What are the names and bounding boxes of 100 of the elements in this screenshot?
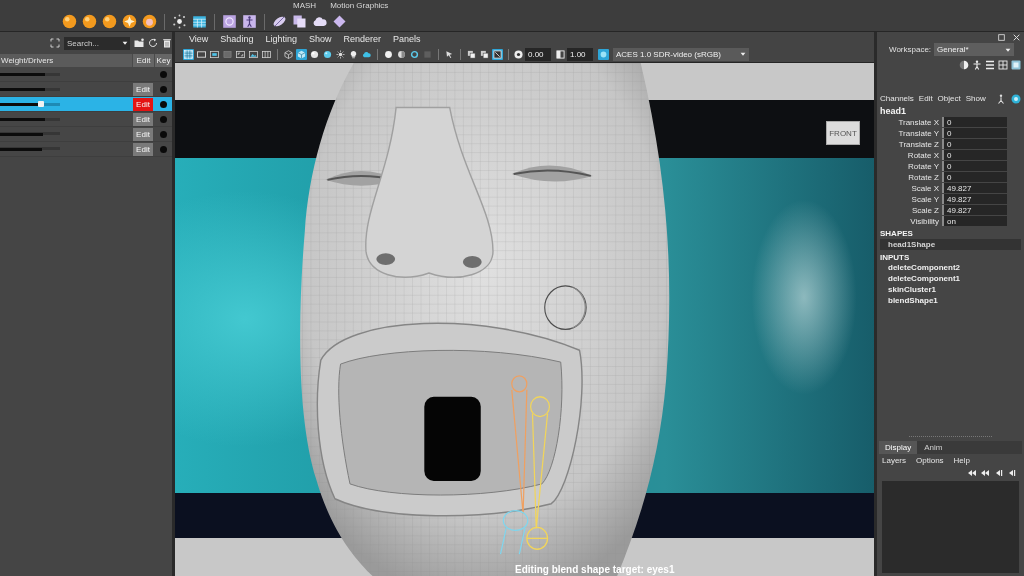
- menu-item[interactable]: Layers: [882, 456, 906, 465]
- edit-button[interactable]: Edit: [133, 112, 153, 126]
- weight-slider[interactable]: [0, 131, 60, 137]
- bulb-icon[interactable]: [348, 48, 359, 60]
- attribute-field[interactable]: 49.827: [942, 183, 1007, 193]
- ring-icon[interactable]: [409, 48, 420, 60]
- calendar-icon[interactable]: [192, 14, 207, 29]
- attribute-field[interactable]: 0: [942, 172, 1007, 182]
- cube-icon[interactable]: [296, 48, 307, 60]
- rectangle-icon[interactable]: [196, 48, 207, 60]
- weight-slider[interactable]: [0, 146, 60, 152]
- figure-tile-icon[interactable]: [242, 14, 257, 29]
- input-node[interactable]: deleteComponent2: [880, 263, 1021, 274]
- list-icon[interactable]: [985, 59, 995, 70]
- edit-button[interactable]: Edit: [133, 127, 153, 141]
- sphere-icon[interactable]: [82, 14, 97, 29]
- caret-icon[interactable]: [740, 51, 746, 57]
- key-dot-icon[interactable]: [159, 130, 167, 138]
- weight-slider[interactable]: [0, 116, 60, 122]
- layer-tab[interactable]: Display: [879, 441, 918, 454]
- crossed-square-icon[interactable]: [492, 48, 503, 60]
- shape-row[interactable]: Edit: [0, 97, 172, 112]
- menu-item[interactable]: Channels: [880, 94, 914, 103]
- screen-icon[interactable]: [209, 48, 220, 60]
- attribute-field[interactable]: 0: [942, 139, 1007, 149]
- shape-row[interactable]: Edit: [0, 82, 172, 97]
- attribute-field[interactable]: 0: [942, 128, 1007, 138]
- trash-icon[interactable]: [162, 38, 172, 48]
- attribute-field[interactable]: 0: [942, 150, 1007, 160]
- columns-icon[interactable]: [261, 48, 272, 60]
- shelf-tab[interactable]: Motion Graphics: [327, 0, 392, 12]
- menu-item[interactable]: Object: [937, 94, 961, 103]
- menu-item[interactable]: Show: [308, 34, 332, 44]
- sphere-icon[interactable]: [62, 14, 77, 29]
- attribute-field[interactable]: on: [942, 216, 1007, 226]
- restore-icon[interactable]: [998, 33, 1005, 41]
- menu-item[interactable]: Help: [953, 456, 971, 465]
- half-circle-icon[interactable]: [396, 48, 407, 60]
- frame-icon[interactable]: [50, 38, 60, 48]
- gamma-field[interactable]: 1.00: [567, 47, 593, 61]
- input-node[interactable]: deleteComponent1: [880, 274, 1021, 285]
- edit-button[interactable]: Edit: [133, 142, 153, 156]
- shiny-sphere-icon[interactable]: [322, 48, 333, 60]
- rewind-icon[interactable]: [967, 468, 977, 478]
- menu-item[interactable]: Shading: [220, 34, 254, 44]
- edit-button[interactable]: Edit: [133, 82, 153, 96]
- slider-handle[interactable]: [37, 101, 44, 107]
- menu-item[interactable]: Options: [916, 456, 944, 465]
- attribute-field[interactable]: 0: [942, 117, 1007, 127]
- menu-item[interactable]: Lighting: [265, 34, 297, 44]
- disc-icon[interactable]: [514, 49, 523, 59]
- view-cube[interactable]: FRONT: [826, 121, 860, 145]
- rewind-icon[interactable]: [980, 468, 990, 478]
- exposure-field[interactable]: 0.00: [525, 47, 551, 61]
- stacked-squares-icon[interactable]: [479, 48, 490, 60]
- grid-icon[interactable]: [183, 48, 194, 60]
- cloud-icon[interactable]: [312, 14, 327, 29]
- menu-item[interactable]: Renderer: [343, 34, 381, 44]
- input-node[interactable]: skinCluster1: [880, 285, 1021, 296]
- key-dot-icon[interactable]: [159, 115, 167, 123]
- diamond-icon[interactable]: [332, 14, 347, 29]
- search-field[interactable]: Search...: [64, 36, 130, 50]
- attribute-field[interactable]: 49.827: [942, 205, 1007, 215]
- sphere-icon[interactable]: [102, 14, 117, 29]
- key-dot-icon[interactable]: [159, 145, 167, 153]
- weight-slider[interactable]: [0, 86, 60, 92]
- weight-slider[interactable]: [0, 71, 60, 77]
- color-space-dropdown[interactable]: ACES 1.0 SDR-video (sRGB): [613, 47, 749, 61]
- shape-row[interactable]: Edit: [0, 142, 172, 157]
- caret-icon[interactable]: [1005, 46, 1012, 53]
- circle-tile-icon[interactable]: [598, 48, 609, 60]
- corners-icon[interactable]: [235, 48, 246, 60]
- menu-item[interactable]: View: [189, 34, 209, 44]
- shelf-tab[interactable]: MASH: [290, 0, 320, 12]
- shape-row[interactable]: Edit: [0, 127, 172, 142]
- caret-icon[interactable]: [122, 40, 128, 46]
- menu-item[interactable]: Edit: [918, 94, 933, 103]
- shape-node-row[interactable]: head1Shape: [880, 239, 1021, 250]
- half-square-icon[interactable]: [556, 49, 565, 59]
- menu-item[interactable]: Show: [965, 94, 986, 103]
- flower-icon[interactable]: [122, 14, 137, 29]
- half-sphere-icon[interactable]: [959, 59, 969, 70]
- ball-icon[interactable]: [383, 48, 394, 60]
- figure-icon[interactable]: [972, 59, 982, 70]
- leaf-icon[interactable]: [272, 14, 287, 29]
- close-icon[interactable]: [1013, 33, 1020, 41]
- key-dot-icon[interactable]: [159, 70, 167, 78]
- burst-icon[interactable]: [335, 48, 346, 60]
- particles-icon[interactable]: [172, 14, 187, 29]
- tile-icon[interactable]: [1011, 59, 1021, 70]
- figure-icon[interactable]: [995, 93, 1006, 104]
- stacked-squares-icon[interactable]: [466, 48, 477, 60]
- folder-icon[interactable]: [134, 38, 144, 48]
- attribute-field[interactable]: 0: [942, 161, 1007, 171]
- wire-cube-icon[interactable]: [283, 48, 294, 60]
- input-node[interactable]: blendShape1: [880, 296, 1021, 307]
- circle-tile-icon[interactable]: [222, 14, 237, 29]
- disc-icon[interactable]: [142, 14, 157, 29]
- edit-button[interactable]: Edit: [133, 97, 153, 111]
- sphere-icon[interactable]: [309, 48, 320, 60]
